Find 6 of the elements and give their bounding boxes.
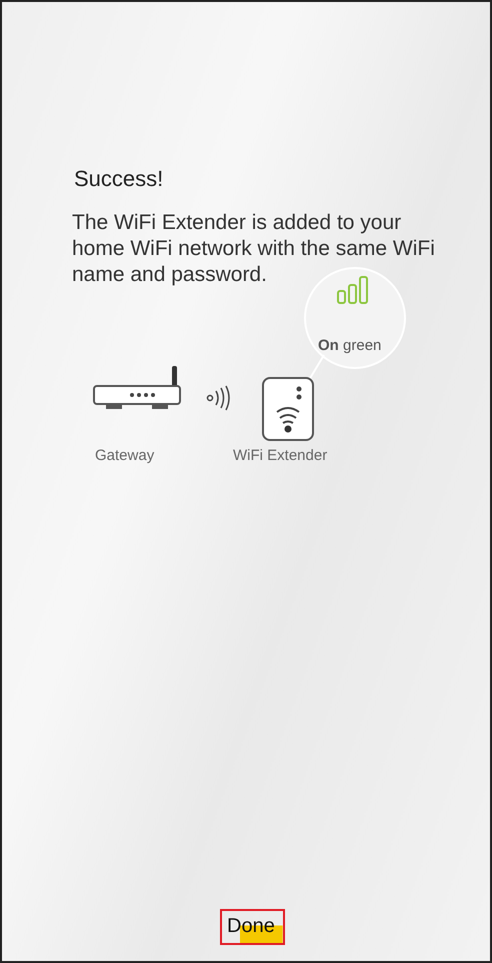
led-status-label: On green bbox=[318, 337, 382, 354]
gateway-label: Gateway bbox=[95, 447, 154, 464]
message-text: The WiFi Extender is added to your home WiFi network with the same WiFi name and password. bbox=[72, 210, 436, 288]
success-title: Success! bbox=[74, 166, 164, 192]
extender-icon bbox=[261, 376, 315, 442]
extender-label: WiFi Extender bbox=[233, 447, 328, 464]
